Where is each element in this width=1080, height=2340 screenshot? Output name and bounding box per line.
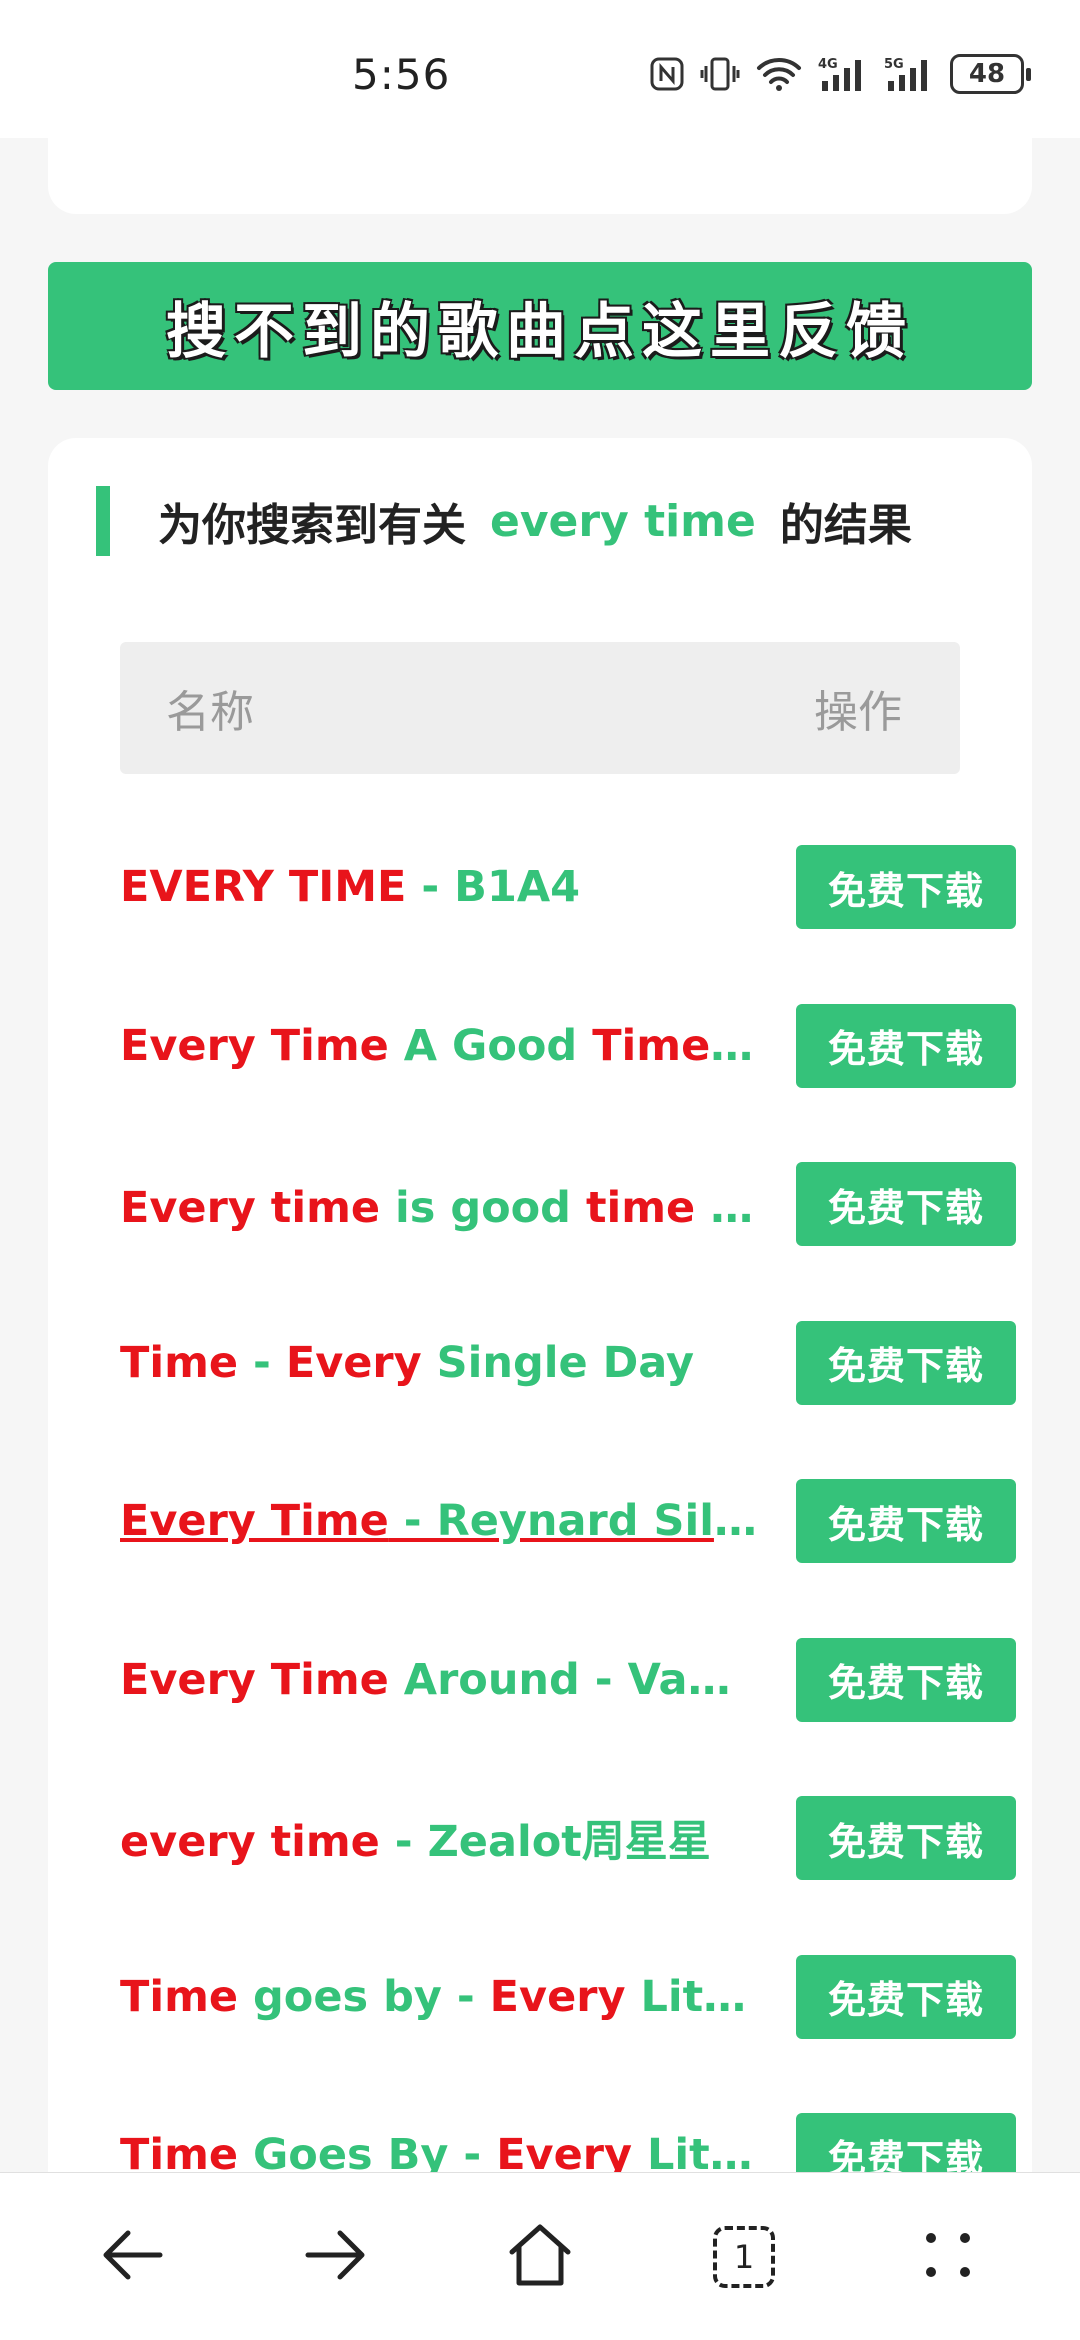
song-title-link[interactable]: Every Time A Good Time - … bbox=[120, 1021, 760, 1071]
song-title-highlight: Every Time bbox=[120, 1020, 389, 1071]
results-header: 为你搜索到有关 every time 的结果 bbox=[96, 486, 912, 556]
back-button[interactable] bbox=[77, 2202, 187, 2312]
previous-card bbox=[48, 118, 1032, 214]
battery-icon: 48 bbox=[950, 54, 1031, 94]
song-title-text: Around - Vansire bbox=[403, 1654, 760, 1705]
tabs-icon: 1 bbox=[713, 2225, 775, 2288]
song-title-link[interactable]: every time - Zealot周星星 bbox=[120, 1807, 760, 1869]
forward-button[interactable] bbox=[281, 2202, 391, 2312]
song-row: Every Time - Reynard Silva 免费下载 bbox=[48, 1442, 1032, 1601]
tabs-button[interactable]: 1 bbox=[689, 2202, 799, 2312]
menu-button[interactable] bbox=[893, 2202, 1003, 2312]
song-title-text: - Reynard Silva bbox=[388, 1496, 760, 1547]
song-title-link[interactable]: Every Time - Reynard Silva bbox=[120, 1496, 760, 1546]
song-title-highlight: Every Time bbox=[120, 1496, 389, 1547]
results-prefix: 为你搜索到有关 bbox=[158, 500, 466, 551]
column-action: 操作 bbox=[814, 687, 902, 738]
song-title-text: is good bbox=[380, 1183, 586, 1234]
column-name: 名称 bbox=[166, 687, 254, 738]
song-title-link[interactable]: Every Time Around - Vansire bbox=[120, 1655, 760, 1705]
song-title-highlight: Time bbox=[592, 1020, 711, 1071]
song-row: EVERY TIME - B1A4 免费下载 bbox=[48, 808, 1032, 967]
song-row: Time - Every Single Day 免费下载 bbox=[48, 1284, 1032, 1443]
free-download-button[interactable]: 免费下载 bbox=[796, 1320, 1016, 1405]
song-title-text: Single Day bbox=[421, 1337, 695, 1388]
results-keyword: every time bbox=[490, 495, 756, 547]
back-icon bbox=[100, 2227, 164, 2287]
table-header: 名称 操作 bbox=[120, 642, 960, 774]
free-download-button[interactable]: 免费下载 bbox=[796, 1637, 1016, 1722]
wifi-icon bbox=[756, 56, 802, 92]
svg-text:5G: 5G bbox=[884, 57, 904, 72]
song-row: Every Time Around - Vansire 免费下载 bbox=[48, 1601, 1032, 1760]
song-row: Time goes by - Every Little … 免费下载 bbox=[48, 1918, 1032, 2077]
song-title-link[interactable]: Every time is good time - 孙… bbox=[120, 1173, 760, 1235]
home-icon bbox=[507, 2222, 573, 2292]
song-title-highlight: time bbox=[585, 1183, 696, 1234]
signal-5g-icon: 5G bbox=[884, 55, 934, 93]
feedback-banner-text: 搜不到的歌曲点这里反馈 bbox=[166, 296, 914, 367]
menu-icon bbox=[923, 2230, 973, 2284]
song-title-highlight: every time bbox=[120, 1817, 380, 1868]
song-title-link[interactable]: Time goes by - Every Little … bbox=[120, 1972, 760, 2022]
song-title-text: A Good bbox=[388, 1020, 593, 1071]
song-title-text: Little … bbox=[640, 1971, 760, 2022]
free-download-button[interactable]: 免费下载 bbox=[796, 845, 1016, 930]
results-card: 为你搜索到有关 every time 的结果 名称 操作 EVERY TIME … bbox=[48, 438, 1032, 2238]
free-download-button[interactable]: 免费下载 bbox=[796, 1162, 1016, 1247]
song-title-highlight: EVERY TIME bbox=[120, 862, 407, 913]
song-title-highlight: Time bbox=[120, 1971, 239, 2022]
forward-icon bbox=[304, 2227, 368, 2287]
free-download-button[interactable]: 免费下载 bbox=[796, 1954, 1016, 2039]
song-title-text: - B1A4 bbox=[406, 862, 581, 913]
song-row: Every time is good time - 孙… 免费下载 bbox=[48, 1125, 1032, 1284]
home-button[interactable] bbox=[485, 2202, 595, 2312]
free-download-button[interactable]: 免费下载 bbox=[796, 1796, 1016, 1881]
song-title-link[interactable]: EVERY TIME - B1A4 bbox=[120, 862, 760, 912]
accent-bar bbox=[96, 486, 110, 556]
status-icons: 4G 5G 48 bbox=[650, 52, 1031, 96]
song-row: Every Time A Good Time - … 免费下载 bbox=[48, 967, 1032, 1126]
song-title-highlight: Every time bbox=[120, 1183, 381, 1234]
results-suffix: 的结果 bbox=[779, 500, 912, 551]
vibrate-icon bbox=[700, 56, 740, 92]
signal-4g-icon: 4G bbox=[818, 55, 868, 93]
song-title-highlight: Every Time bbox=[120, 1654, 389, 1705]
song-title-text: - bbox=[238, 1337, 286, 1388]
song-title-text: - Zealot周星星 bbox=[379, 1817, 711, 1868]
free-download-button[interactable]: 免费下载 bbox=[796, 1479, 1016, 1564]
bottom-nav: 1 bbox=[0, 2172, 1080, 2340]
song-list: EVERY TIME - B1A4 免费下载 Every Time A Good… bbox=[48, 808, 1032, 2235]
feedback-banner[interactable]: 搜不到的歌曲点这里反馈 bbox=[48, 262, 1032, 390]
nfc-icon bbox=[650, 57, 684, 91]
song-title-text: goes by - bbox=[238, 1971, 490, 2022]
svg-text:4G: 4G bbox=[818, 57, 838, 72]
song-title-link[interactable]: Time - Every Single Day bbox=[120, 1338, 760, 1388]
song-row: every time - Zealot周星星 免费下载 bbox=[48, 1759, 1032, 1918]
status-time: 5:56 bbox=[352, 50, 451, 99]
song-title-highlight: Every bbox=[489, 1971, 626, 2022]
free-download-button[interactable]: 免费下载 bbox=[796, 1003, 1016, 1088]
song-title-highlight: Every bbox=[285, 1337, 422, 1388]
song-title-highlight: Time bbox=[120, 1337, 239, 1388]
song-title-text: - 孙… bbox=[710, 1183, 760, 1234]
